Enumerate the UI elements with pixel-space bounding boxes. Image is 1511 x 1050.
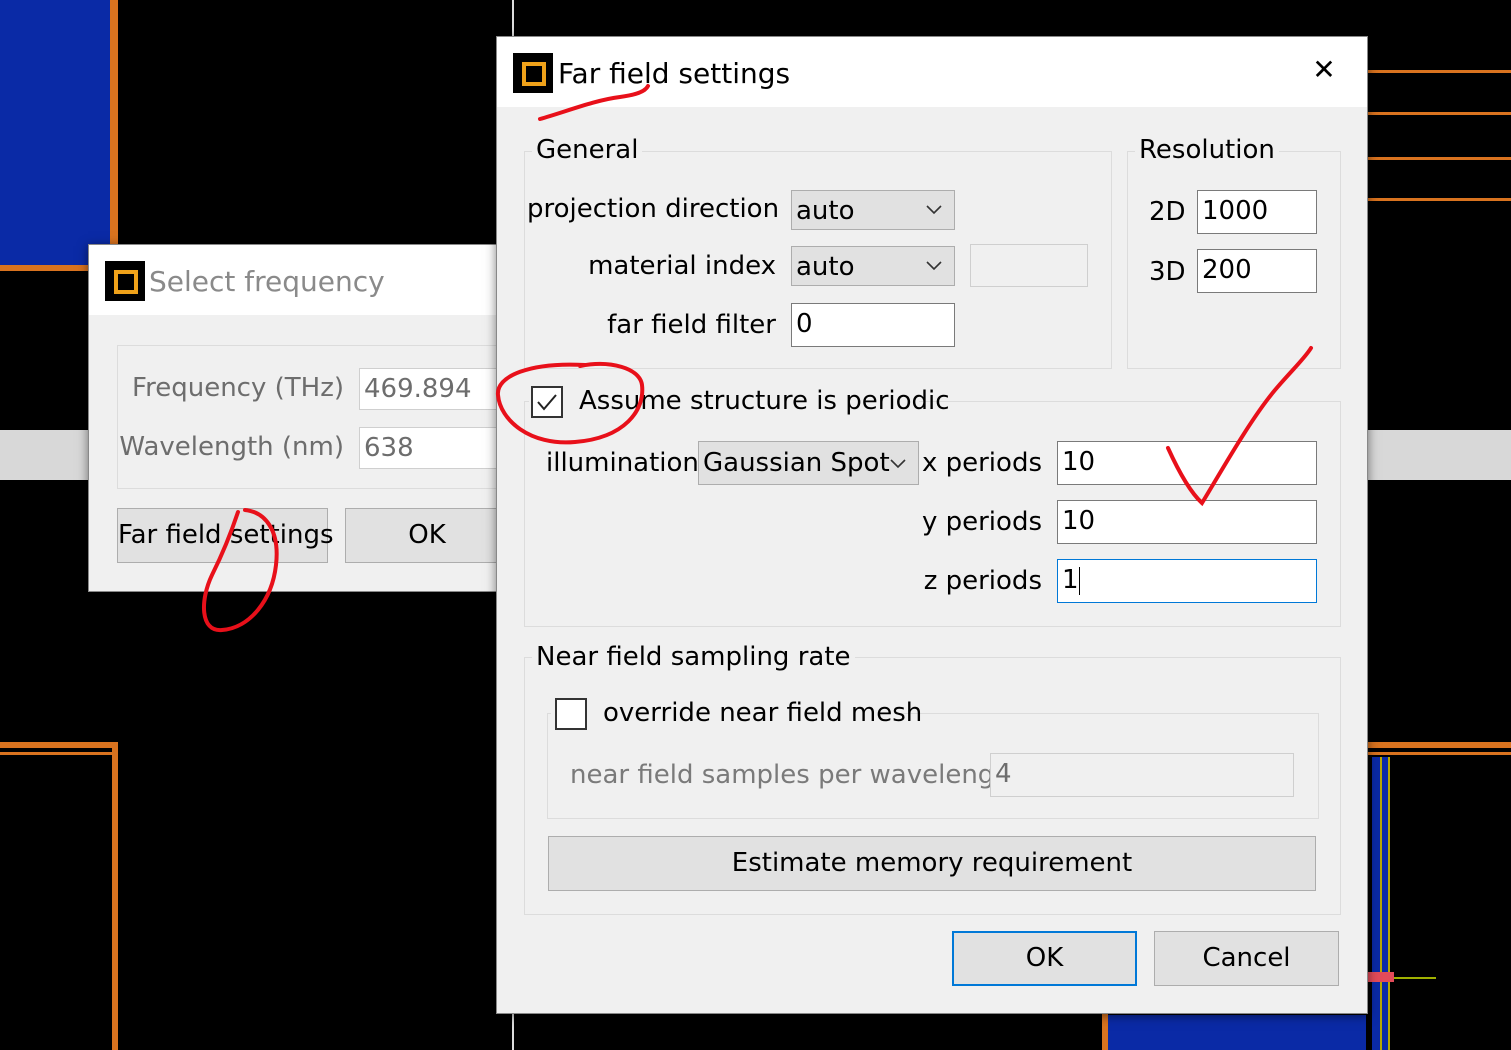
structure-edge	[0, 742, 118, 748]
y-periods-field[interactable]: 10	[1057, 500, 1317, 544]
illumination-value: Gaussian Spot	[703, 448, 890, 478]
structure-edge	[112, 745, 118, 1050]
assume-periodic-label[interactable]: Assume structure is periodic	[579, 386, 950, 416]
override-near-field-label[interactable]: override near field mesh	[603, 698, 922, 728]
projection-direction-select[interactable]: auto	[791, 190, 955, 230]
frequency-label: Frequency (THz)	[132, 373, 344, 403]
wavelength-field[interactable]: 638	[359, 427, 509, 469]
structure-edge	[1366, 752, 1511, 755]
select-frequency-titlebar[interactable]: Select frequency	[89, 245, 509, 315]
material-index-value: auto	[796, 252, 855, 282]
structure-edge	[1366, 157, 1511, 160]
cancel-button[interactable]: Cancel	[1154, 931, 1339, 986]
horizontal-band	[0, 430, 95, 480]
resolution-group-label: Resolution	[1135, 135, 1279, 165]
z-periods-label: z periods	[923, 566, 1042, 596]
projection-direction-label: projection direction	[527, 194, 780, 224]
text-cursor	[1078, 566, 1080, 595]
y-periods-label: y periods	[921, 507, 1042, 537]
resolution-3d-field[interactable]: 200	[1197, 249, 1317, 293]
axis-line	[512, 0, 514, 40]
checkmark-icon	[537, 394, 557, 411]
samples-per-wavelength-label: near field samples per wavelength	[570, 760, 1021, 790]
structure-edge	[1366, 198, 1511, 201]
app-icon	[513, 53, 553, 93]
structure-rect	[0, 0, 110, 268]
structure-edge	[1366, 742, 1511, 748]
illumination-select[interactable]: Gaussian Spot	[698, 441, 919, 485]
assume-periodic-checkbox[interactable]	[531, 386, 563, 418]
far-field-settings-dialog: Far field settings ✕ General projection …	[496, 36, 1368, 1014]
far-field-settings-button[interactable]: Far field settings	[117, 508, 334, 563]
resolution-3d-label: 3D	[1149, 257, 1186, 287]
general-group-label: General	[532, 135, 643, 165]
estimate-memory-button[interactable]: Estimate memory requirement	[548, 836, 1316, 891]
ok-button[interactable]: OK	[952, 931, 1137, 986]
structure-edge	[1102, 1012, 1108, 1050]
illumination-label: illumination	[546, 448, 699, 478]
z-periods-value: 1	[1062, 565, 1079, 595]
close-icon[interactable]: ✕	[1309, 53, 1339, 86]
resolution-2d-label: 2D	[1149, 197, 1186, 227]
x-periods-field[interactable]: 10	[1057, 441, 1317, 485]
override-near-field-checkbox[interactable]	[555, 698, 587, 730]
projection-direction-value: auto	[796, 196, 855, 226]
structure-edge	[0, 752, 112, 755]
app-icon	[105, 261, 145, 301]
structure-edge	[1366, 70, 1511, 73]
structure-edge	[1380, 757, 1382, 1050]
far-field-filter-label: far field filter	[607, 310, 776, 340]
ok-button[interactable]: OK	[345, 508, 509, 563]
near-field-group-label: Near field sampling rate	[532, 642, 855, 672]
wavelength-label: Wavelength (nm)	[119, 432, 344, 462]
dialog-title: Select frequency	[149, 265, 385, 298]
structure-edge	[1388, 757, 1390, 1050]
material-index-field[interactable]	[970, 244, 1088, 287]
material-index-label: material index	[588, 251, 776, 281]
select-frequency-dialog: Select frequency Frequency (THz) 469.894…	[88, 244, 511, 592]
samples-per-wavelength-field[interactable]: 4	[990, 753, 1294, 797]
frequency-field[interactable]: 469.894	[359, 368, 509, 410]
material-index-select[interactable]: auto	[791, 246, 955, 286]
axis-line	[512, 1010, 514, 1050]
x-periods-label: x periods	[921, 448, 1042, 478]
structure-edge	[1366, 112, 1511, 115]
chevron-down-icon	[926, 205, 942, 215]
far-field-filter-field[interactable]: 0	[791, 303, 955, 347]
horizontal-band	[1366, 430, 1511, 480]
structure-edge	[110, 0, 118, 272]
chevron-down-icon	[926, 261, 942, 271]
resolution-2d-field[interactable]: 1000	[1197, 190, 1317, 234]
structure-rect	[1108, 1015, 1366, 1050]
dialog-title: Far field settings	[558, 57, 791, 90]
source-marker	[1366, 972, 1394, 982]
z-periods-field[interactable]: 1	[1057, 559, 1317, 603]
far-field-titlebar[interactable]: Far field settings ✕	[497, 37, 1367, 107]
